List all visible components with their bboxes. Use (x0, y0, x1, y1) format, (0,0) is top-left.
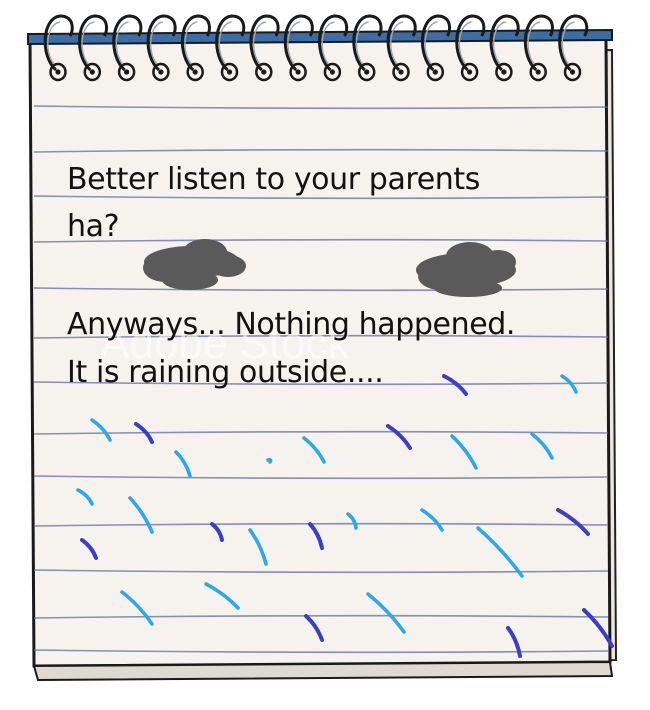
rain-drop (266, 457, 273, 464)
notepad-bottom-edge (32, 660, 614, 682)
note-line-4: It is raining outside.... (67, 355, 384, 390)
notepad-illustration: Adobe Stock Better listen to your parent… (0, 0, 650, 706)
note-line-2: ha? (67, 209, 120, 244)
note-line-3: Anyways... Nothing happened. (67, 307, 516, 342)
note-line-1: Better listen to your parents (67, 162, 480, 197)
